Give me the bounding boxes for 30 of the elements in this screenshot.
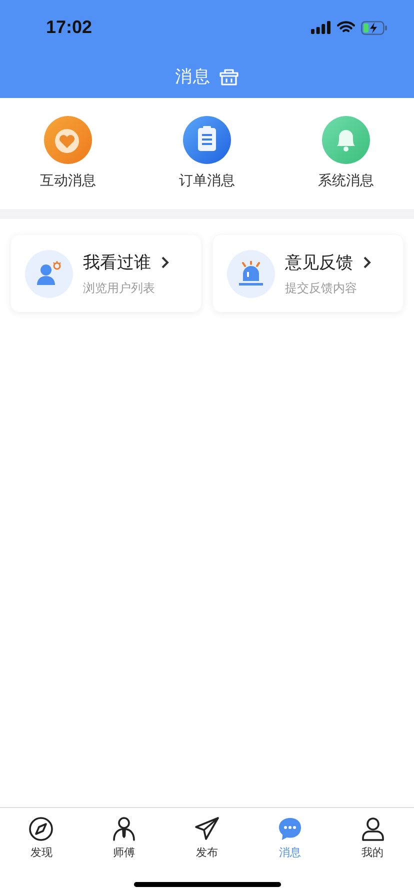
compass-icon (28, 816, 54, 842)
basket-icon[interactable] (219, 68, 239, 86)
clipboard-icon (183, 116, 231, 164)
paper-plane-icon (194, 816, 220, 842)
battery-charging-icon (361, 20, 388, 34)
tab[interactable]: 发布 (166, 816, 248, 860)
tab[interactable]: 发现 (0, 816, 83, 860)
alarm-light-icon (238, 260, 264, 286)
signal-icon (311, 21, 331, 34)
chat-bubble-icon (276, 816, 303, 842)
status-time: 17:02 (46, 17, 92, 38)
card-subtitle: 提交反馈内容 (285, 280, 358, 296)
feature-card[interactable]: 意见反馈 提交反馈内容 (213, 235, 403, 312)
user-icon (36, 260, 62, 286)
person-tie-icon (111, 816, 138, 842)
feature-card[interactable]: 我看过谁 浏览用户列表 (11, 235, 201, 312)
tab[interactable]: 师傅 (82, 816, 166, 860)
wifi-icon (337, 21, 355, 34)
chevron-right-icon (363, 256, 371, 268)
chevron-right-icon (161, 256, 169, 268)
message-category[interactable]: 系统消息 (300, 116, 392, 190)
person-icon (360, 816, 386, 842)
message-category[interactable]: 订单消息 (161, 116, 253, 190)
card-title: 我看过谁 (83, 252, 151, 274)
tab[interactable]: 我的 (331, 816, 414, 860)
bell-icon (322, 116, 370, 164)
page-title: 消息 (175, 66, 211, 88)
message-category[interactable]: 互动消息 (22, 116, 114, 190)
card-title: 意见反馈 (285, 252, 353, 274)
card-subtitle: 浏览用户列表 (83, 280, 156, 296)
